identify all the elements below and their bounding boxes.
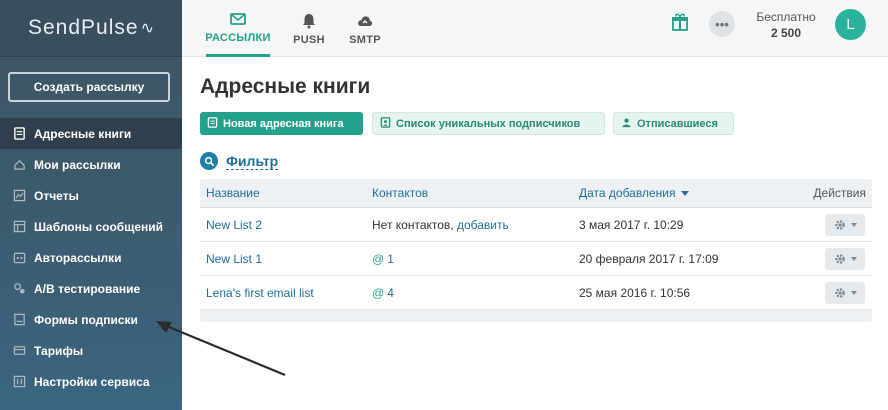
column-date-header[interactable]: Дата добавления: [579, 186, 690, 200]
annotation-arrow: [156, 321, 286, 377]
address-book-icon: [12, 127, 26, 141]
address-book-icon: [207, 116, 218, 131]
date-header-label: Дата добавления: [579, 186, 676, 200]
envelope-icon: [230, 13, 246, 25]
sidebar-item-label: Шаблоны сообщений: [34, 219, 164, 234]
add-contacts-link[interactable]: добавить: [457, 218, 509, 232]
column-actions-header: Действия: [813, 186, 866, 200]
table-header: Название Контактов Дата добавления Дейст…: [200, 179, 872, 208]
tab-label: SMTP: [349, 33, 381, 46]
plan-name: Бесплатно: [756, 10, 816, 24]
plan-count: 2 500: [770, 26, 802, 40]
avatar[interactable]: L: [835, 9, 866, 40]
sidebar-item-automation[interactable]: Авторассылки: [0, 242, 182, 273]
sidebar-item-label: Адресные книги: [34, 126, 132, 141]
sidebar-item-label: Отчеты: [34, 188, 79, 203]
sidebar-item-label: Формы подписки: [34, 312, 138, 327]
filter-toggle[interactable]: Фильтр: [200, 152, 279, 170]
automation-icon: [12, 251, 26, 265]
table-row: New List 2 Нет контактов, добавить 3 мая…: [200, 208, 872, 242]
templates-icon: [12, 220, 26, 234]
filter-label: Фильтр: [226, 152, 279, 170]
logo[interactable]: SendPulse: [28, 16, 139, 40]
settings-icon: [12, 375, 26, 389]
contacts-cell[interactable]: @4: [372, 286, 394, 300]
sidebar-item-address-books[interactable]: Адресные книги: [0, 118, 182, 149]
subscribers-list-icon: [380, 116, 391, 131]
list-name-link[interactable]: New List 1: [206, 252, 262, 266]
ab-test-icon: [12, 282, 26, 296]
sidebar-item-ab-testing[interactable]: A/B тестирование: [0, 273, 182, 304]
row-actions-button[interactable]: [825, 282, 865, 304]
date-cell: 20 февраля 2017 г. 17:09: [579, 252, 719, 266]
button-label: Новая адресная книга: [223, 117, 344, 130]
address-books-table: Название Контактов Дата добавления Дейст…: [200, 179, 872, 322]
chevron-down-icon: [851, 223, 857, 227]
unique-subscribers-button[interactable]: Список уникальных подписчиков: [372, 112, 605, 135]
user-icon: [621, 117, 632, 131]
tab-smtp[interactable]: SMTP: [342, 0, 388, 57]
row-actions-button[interactable]: [825, 214, 865, 236]
date-cell: 3 мая 2017 г. 10:29: [579, 218, 684, 232]
column-contacts-header[interactable]: Контактов: [372, 186, 428, 200]
list-name-link[interactable]: New List 2: [206, 218, 262, 232]
page-title: Адресные книги: [200, 75, 371, 98]
sidebar-item-label: Мои рассылки: [34, 157, 121, 172]
table-row: Lena's first email list @4 25 мая 2016 г…: [200, 276, 872, 310]
sidebar-item-label: Тарифы: [34, 343, 84, 358]
gear-icon: [835, 220, 845, 230]
contacts-count: 4: [387, 286, 394, 300]
pricing-icon: [12, 344, 26, 358]
unsubscribed-button[interactable]: Отписавшиеся: [613, 112, 734, 135]
gift-icon[interactable]: [670, 12, 690, 32]
sidebar-item-label: Авторассылки: [34, 250, 122, 265]
no-contacts-text: Нет контактов,: [372, 218, 454, 232]
forms-icon: [12, 313, 26, 327]
logo-bar: SendPulse ∿: [0, 0, 182, 57]
campaigns-icon: [12, 158, 26, 172]
topbar: РАССЫЛКИ PUSH SMTP ••• Бесплатно 2 500 L: [182, 0, 888, 57]
column-name-header[interactable]: Название: [206, 186, 260, 200]
tab-label: РАССЫЛКИ: [205, 32, 271, 44]
tab-push[interactable]: PUSH: [286, 0, 332, 57]
bell-icon: [303, 13, 315, 28]
email-at-icon: @: [372, 252, 385, 266]
plan-info[interactable]: Бесплатно 2 500: [742, 10, 830, 40]
sidebar-item-label: A/B тестирование: [34, 281, 141, 296]
row-actions-button[interactable]: [825, 248, 865, 270]
gear-icon: [835, 254, 845, 264]
list-name-link[interactable]: Lena's first email list: [206, 286, 314, 300]
new-address-book-button[interactable]: Новая адресная книга: [200, 112, 363, 135]
more-dots-icon[interactable]: •••: [709, 11, 735, 37]
tab-campaigns[interactable]: РАССЫЛКИ: [205, 0, 271, 57]
sidebar-item-reports[interactable]: Отчеты: [0, 180, 182, 211]
date-cell: 25 мая 2016 г. 10:56: [579, 286, 691, 300]
button-label: Список уникальных подписчиков: [396, 117, 581, 130]
sidebar-item-templates[interactable]: Шаблоны сообщений: [0, 211, 182, 242]
sort-desc-icon: [681, 191, 690, 197]
reports-icon: [12, 189, 26, 203]
pulse-icon: ∿: [140, 20, 154, 37]
gear-icon: [835, 288, 845, 298]
chevron-down-icon: [851, 257, 857, 261]
sidebar-item-my-campaigns[interactable]: Мои рассылки: [0, 149, 182, 180]
table-row: New List 1 @1 20 февраля 2017 г. 17:09: [200, 242, 872, 276]
search-icon: [200, 152, 218, 170]
contacts-cell[interactable]: @1: [372, 252, 394, 266]
sidebar-item-label: Настройки сервиса: [34, 374, 150, 389]
create-campaign-button[interactable]: Создать рассылку: [8, 72, 170, 102]
cloud-icon: [358, 15, 373, 26]
tab-label: PUSH: [293, 33, 325, 46]
email-at-icon: @: [372, 286, 385, 300]
contacts-cell: Нет контактов, добавить: [372, 218, 509, 232]
chevron-down-icon: [851, 291, 857, 295]
contacts-count: 1: [387, 252, 394, 266]
button-label: Отписавшиеся: [637, 117, 718, 130]
